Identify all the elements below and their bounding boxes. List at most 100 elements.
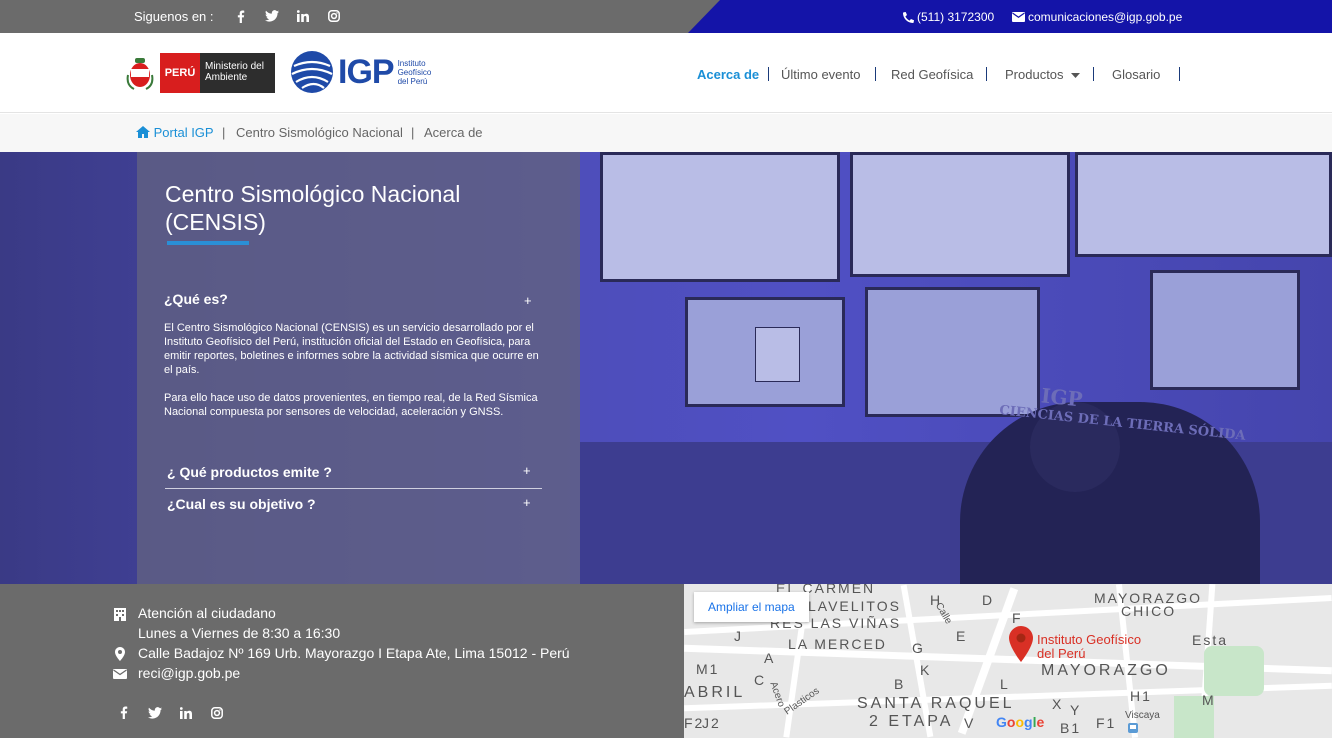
footer-attention: Atención al ciudadano bbox=[138, 605, 276, 621]
map-label: LAVELITOS bbox=[808, 598, 901, 614]
phone-icon bbox=[903, 11, 914, 23]
map-label: F bbox=[1012, 610, 1023, 626]
hero-section: IGP CIENCIAS DE LA TIERRA SÓLIDA Centro … bbox=[0, 152, 1332, 584]
accordion-que-es-paragraph-2: Para ello hace uso de datos provenientes… bbox=[164, 392, 538, 418]
map-label: Viscaya bbox=[1125, 710, 1160, 721]
email-address: comunicaciones@igp.gob.pe bbox=[1028, 10, 1183, 24]
map-place-label-line1: Instituto Geofísico bbox=[1037, 632, 1142, 647]
breadcrumb: Portal IGP | Centro Sismológico Nacional… bbox=[0, 114, 1332, 152]
accordion-que-es-toggle[interactable]: + bbox=[524, 293, 532, 308]
nav-acerca-de[interactable]: Acerca de bbox=[697, 67, 759, 82]
email-contact[interactable]: comunicaciones@igp.gob.pe bbox=[1012, 10, 1182, 24]
accordion-que-es-title[interactable]: ¿Qué es? bbox=[164, 291, 228, 307]
instagram-icon[interactable] bbox=[211, 706, 223, 722]
top-bar: Siguenos en : (511) 3172300 comunicacion… bbox=[0, 0, 1332, 33]
map-pin-icon[interactable] bbox=[1009, 626, 1033, 662]
map-place-label-line2: del Perú bbox=[1037, 646, 1086, 661]
peru-logo: PERÚ bbox=[160, 53, 200, 93]
caret-down-icon bbox=[1071, 72, 1081, 78]
ministry-logo[interactable]: PERÚ Ministerio del Ambiente bbox=[126, 53, 276, 93]
igp-logo-subtitle: Instituto Geofísico del Perú bbox=[397, 58, 432, 86]
map-label: A bbox=[764, 650, 776, 666]
instagram-icon[interactable] bbox=[319, 8, 350, 24]
footer-hours: Lunes a Viernes de 8:30 a 16:30 bbox=[138, 625, 341, 641]
igp-logo[interactable]: IGP Instituto Geofísico del Perú bbox=[290, 50, 436, 94]
facebook-icon[interactable] bbox=[120, 706, 128, 722]
map-label: H1 bbox=[1130, 688, 1152, 704]
map-label: J bbox=[734, 628, 743, 644]
map-label: 2 ETAPA bbox=[869, 713, 954, 730]
nav-red-geofisica[interactable]: Red Geofísica bbox=[891, 67, 973, 82]
follow-label: Siguenos en : bbox=[134, 8, 214, 24]
info-panel: Centro Sismológico Nacional (CENSIS) ¿Qu… bbox=[137, 152, 580, 584]
photo-monitor bbox=[600, 152, 840, 282]
map-label: F2 bbox=[684, 715, 705, 731]
map-place-label[interactable]: Instituto Geofísico del Perú bbox=[1037, 633, 1141, 661]
breadcrumb-current: Acerca de bbox=[424, 125, 483, 140]
map-label: E bbox=[956, 628, 968, 644]
nav-glosario[interactable]: Glosario bbox=[1112, 67, 1160, 82]
map-label: J2 bbox=[702, 715, 721, 731]
footer-address: Calle Badajoz Nº 169 Urb. Mayorazgo I Et… bbox=[138, 645, 570, 661]
photo-monitor bbox=[1075, 152, 1332, 257]
map-label: D bbox=[982, 592, 995, 608]
photo-monitor-map bbox=[755, 327, 800, 382]
map-label: K bbox=[920, 662, 932, 678]
breadcrumb-separator: | bbox=[222, 125, 226, 140]
nav-ultimo-evento[interactable]: Último evento bbox=[781, 67, 860, 82]
photo-monitor bbox=[1150, 270, 1300, 390]
map-label: L bbox=[1000, 676, 1010, 692]
nav-productos[interactable]: Productos bbox=[1005, 67, 1081, 82]
map-label: M1 bbox=[696, 661, 720, 677]
google-logo-letter: g bbox=[1024, 714, 1033, 730]
footer-email[interactable]: reci@igp.gob.pe bbox=[138, 665, 240, 681]
twitter-icon[interactable] bbox=[148, 706, 162, 722]
breadcrumb-separator: | bbox=[411, 125, 415, 140]
building-icon bbox=[114, 608, 126, 621]
location-map[interactable]: EL CARMEN LAVELITOS RES LAS VIÑAS LA MER… bbox=[684, 584, 1332, 738]
accordion-divider bbox=[165, 488, 542, 489]
accordion-productos-title[interactable]: ¿ Qué productos emite ? bbox=[167, 464, 332, 480]
map-label: H bbox=[930, 592, 943, 608]
breadcrumb-censis[interactable]: Centro Sismológico Nacional bbox=[236, 125, 403, 140]
map-label: CHICO bbox=[1121, 603, 1177, 619]
map-marker-icon bbox=[115, 647, 125, 661]
google-logo-letter: o bbox=[1015, 714, 1025, 730]
map-label: B1 bbox=[1060, 720, 1082, 736]
map-label: G bbox=[912, 640, 925, 656]
map-label: LA MERCED bbox=[788, 636, 887, 652]
map-label: M bbox=[1202, 692, 1216, 708]
accordion-objetivo-title[interactable]: ¿Cual es su objetivo ? bbox=[167, 496, 316, 512]
map-label: Esta bbox=[1192, 632, 1229, 648]
transit-icon bbox=[1128, 723, 1138, 733]
page-title: Centro Sismológico Nacional (CENSIS) bbox=[165, 180, 460, 236]
breadcrumb-home-label: Portal IGP bbox=[153, 125, 214, 140]
phone-number: (511) 3172300 bbox=[917, 10, 995, 24]
site-header: PERÚ Ministerio del Ambiente IGP Institu… bbox=[0, 33, 1332, 113]
map-label: V bbox=[964, 715, 976, 731]
breadcrumb-home[interactable]: Portal IGP bbox=[136, 125, 214, 140]
map-label: MAYORAZGO bbox=[1041, 662, 1171, 679]
nav-divider bbox=[1093, 67, 1094, 81]
phone-contact[interactable]: (511) 3172300 bbox=[903, 10, 994, 24]
twitter-icon[interactable] bbox=[257, 8, 288, 24]
ministry-name: Ministerio del Ambiente bbox=[200, 53, 275, 93]
accordion-objetivo-toggle[interactable]: + bbox=[523, 495, 531, 510]
nav-divider bbox=[986, 67, 987, 81]
nav-productos-label: Productos bbox=[1005, 67, 1064, 82]
facebook-icon[interactable] bbox=[226, 8, 257, 24]
peru-coat-of-arms-icon bbox=[126, 58, 154, 90]
linkedin-icon[interactable] bbox=[179, 706, 192, 722]
accordion-productos-toggle[interactable]: + bbox=[523, 463, 531, 478]
google-logo-letter: G bbox=[996, 714, 1007, 730]
home-icon bbox=[136, 126, 150, 138]
site-footer: Atención al ciudadano Lunes a Viernes de… bbox=[0, 584, 684, 738]
igp-logo-text: IGP bbox=[338, 52, 395, 91]
nav-divider bbox=[875, 67, 876, 81]
nav-divider bbox=[1179, 67, 1180, 81]
linkedin-icon[interactable] bbox=[288, 8, 319, 24]
photo-monitor bbox=[850, 152, 1070, 277]
map-park bbox=[1204, 646, 1264, 696]
top-bar-contact-band bbox=[688, 0, 1332, 33]
enlarge-map-button[interactable]: Ampliar el mapa bbox=[694, 592, 809, 622]
